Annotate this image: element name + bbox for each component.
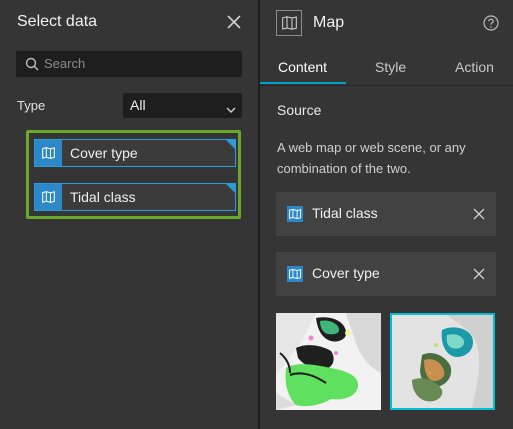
tab-style[interactable]: Style [375, 59, 406, 75]
tab-bar: Content Style Action [260, 50, 513, 86]
remove-icon[interactable] [473, 207, 485, 220]
map-widget-icon [276, 10, 302, 36]
map-settings-panel: Map Content Style Action Source A web ma… [260, 0, 513, 429]
type-dropdown[interactable]: All [123, 93, 242, 118]
map-icon [287, 266, 303, 282]
source-item-label: Tidal class [312, 205, 378, 221]
select-data-panel: Select data Search Type All Cover type T… [0, 0, 258, 429]
chevron-down-icon [226, 101, 236, 113]
map-thumbnail-cover-type[interactable] [276, 313, 381, 410]
search-input[interactable]: Search [16, 51, 242, 77]
map-icon [35, 184, 62, 210]
selected-corner-marker [226, 184, 235, 193]
source-item-label: Cover type [312, 265, 380, 281]
select-data-title: Select data [17, 13, 98, 30]
data-item-cover-type[interactable]: Cover type [34, 139, 236, 167]
map-title: Map [313, 14, 345, 31]
map-icon [287, 206, 303, 222]
tabs-divider [260, 85, 513, 86]
type-dropdown-value: All [130, 97, 146, 113]
map-icon [35, 140, 62, 166]
tab-content[interactable]: Content [278, 59, 327, 75]
search-placeholder: Search [44, 56, 86, 71]
data-item-label: Cover type [70, 145, 138, 161]
map-thumbnail-tidal-class[interactable] [390, 313, 495, 410]
source-item-cover-type[interactable]: Cover type [276, 252, 496, 296]
source-heading: Source [277, 102, 322, 118]
help-icon[interactable] [483, 15, 499, 31]
data-item-tidal-class[interactable]: Tidal class [34, 183, 236, 211]
tab-action[interactable]: Action [455, 59, 494, 75]
search-icon [24, 56, 40, 72]
type-label: Type [17, 98, 46, 113]
selected-corner-marker [226, 140, 235, 149]
source-description: A web map or web scene, or any combinati… [277, 140, 466, 176]
remove-icon[interactable] [473, 267, 485, 280]
close-icon[interactable] [224, 12, 244, 32]
data-item-label: Tidal class [70, 189, 136, 205]
active-tab-indicator [260, 82, 346, 84]
source-item-tidal-class[interactable]: Tidal class [276, 192, 496, 236]
